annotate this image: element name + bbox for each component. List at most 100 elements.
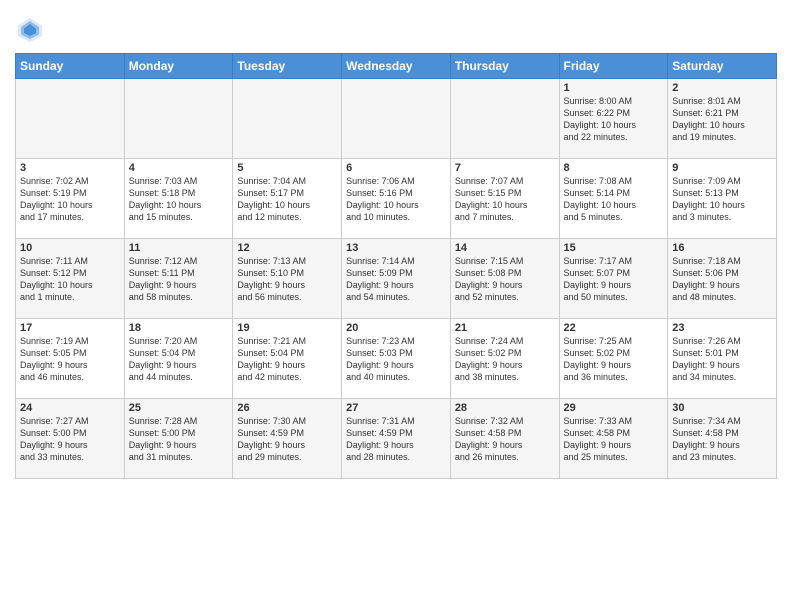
day-info: Sunrise: 7:25 AM Sunset: 5:02 PM Dayligh…: [564, 335, 664, 384]
day-number: 4: [129, 162, 229, 174]
page-container: SundayMondayTuesdayWednesdayThursdayFrid…: [0, 0, 792, 484]
day-number: 16: [672, 242, 772, 254]
calendar-cell: 24Sunrise: 7:27 AM Sunset: 5:00 PM Dayli…: [16, 399, 125, 479]
calendar-cell: 11Sunrise: 7:12 AM Sunset: 5:11 PM Dayli…: [124, 239, 233, 319]
calendar-cell: 21Sunrise: 7:24 AM Sunset: 5:02 PM Dayli…: [450, 319, 559, 399]
day-info: Sunrise: 7:06 AM Sunset: 5:16 PM Dayligh…: [346, 175, 446, 224]
day-info: Sunrise: 7:03 AM Sunset: 5:18 PM Dayligh…: [129, 175, 229, 224]
calendar-cell: 10Sunrise: 7:11 AM Sunset: 5:12 PM Dayli…: [16, 239, 125, 319]
calendar-cell: 19Sunrise: 7:21 AM Sunset: 5:04 PM Dayli…: [233, 319, 342, 399]
day-number: 1: [564, 82, 664, 94]
weekday-header-friday: Friday: [559, 54, 668, 79]
header: [15, 10, 777, 45]
calendar-cell: 30Sunrise: 7:34 AM Sunset: 4:58 PM Dayli…: [668, 399, 777, 479]
day-info: Sunrise: 7:28 AM Sunset: 5:00 PM Dayligh…: [129, 415, 229, 464]
calendar-week-2: 3Sunrise: 7:02 AM Sunset: 5:19 PM Daylig…: [16, 159, 777, 239]
day-number: 3: [20, 162, 120, 174]
weekday-header-thursday: Thursday: [450, 54, 559, 79]
day-info: Sunrise: 7:07 AM Sunset: 5:15 PM Dayligh…: [455, 175, 555, 224]
day-number: 5: [237, 162, 337, 174]
weekday-header-row: SundayMondayTuesdayWednesdayThursdayFrid…: [16, 54, 777, 79]
day-info: Sunrise: 7:27 AM Sunset: 5:00 PM Dayligh…: [20, 415, 120, 464]
calendar-cell: 15Sunrise: 7:17 AM Sunset: 5:07 PM Dayli…: [559, 239, 668, 319]
day-info: Sunrise: 7:02 AM Sunset: 5:19 PM Dayligh…: [20, 175, 120, 224]
calendar-cell: 27Sunrise: 7:31 AM Sunset: 4:59 PM Dayli…: [342, 399, 451, 479]
day-info: Sunrise: 7:24 AM Sunset: 5:02 PM Dayligh…: [455, 335, 555, 384]
calendar-cell: 9Sunrise: 7:09 AM Sunset: 5:13 PM Daylig…: [668, 159, 777, 239]
day-info: Sunrise: 7:23 AM Sunset: 5:03 PM Dayligh…: [346, 335, 446, 384]
calendar-cell: [124, 79, 233, 159]
weekday-header-monday: Monday: [124, 54, 233, 79]
calendar-cell: 25Sunrise: 7:28 AM Sunset: 5:00 PM Dayli…: [124, 399, 233, 479]
day-info: Sunrise: 7:21 AM Sunset: 5:04 PM Dayligh…: [237, 335, 337, 384]
calendar-cell: 16Sunrise: 7:18 AM Sunset: 5:06 PM Dayli…: [668, 239, 777, 319]
day-number: 7: [455, 162, 555, 174]
calendar-cell: 3Sunrise: 7:02 AM Sunset: 5:19 PM Daylig…: [16, 159, 125, 239]
calendar-cell: 22Sunrise: 7:25 AM Sunset: 5:02 PM Dayli…: [559, 319, 668, 399]
calendar-cell: 29Sunrise: 7:33 AM Sunset: 4:58 PM Dayli…: [559, 399, 668, 479]
weekday-header-wednesday: Wednesday: [342, 54, 451, 79]
day-number: 15: [564, 242, 664, 254]
day-number: 23: [672, 322, 772, 334]
day-info: Sunrise: 7:30 AM Sunset: 4:59 PM Dayligh…: [237, 415, 337, 464]
calendar-cell: 18Sunrise: 7:20 AM Sunset: 5:04 PM Dayli…: [124, 319, 233, 399]
weekday-header-tuesday: Tuesday: [233, 54, 342, 79]
calendar-cell: 4Sunrise: 7:03 AM Sunset: 5:18 PM Daylig…: [124, 159, 233, 239]
logo: [15, 15, 49, 45]
calendar-week-1: 1Sunrise: 8:00 AM Sunset: 6:22 PM Daylig…: [16, 79, 777, 159]
day-info: Sunrise: 7:20 AM Sunset: 5:04 PM Dayligh…: [129, 335, 229, 384]
calendar-week-5: 24Sunrise: 7:27 AM Sunset: 5:00 PM Dayli…: [16, 399, 777, 479]
day-number: 18: [129, 322, 229, 334]
day-number: 22: [564, 322, 664, 334]
day-info: Sunrise: 7:09 AM Sunset: 5:13 PM Dayligh…: [672, 175, 772, 224]
day-number: 25: [129, 402, 229, 414]
calendar-cell: 28Sunrise: 7:32 AM Sunset: 4:58 PM Dayli…: [450, 399, 559, 479]
day-number: 14: [455, 242, 555, 254]
calendar-cell: [233, 79, 342, 159]
day-number: 28: [455, 402, 555, 414]
day-info: Sunrise: 7:26 AM Sunset: 5:01 PM Dayligh…: [672, 335, 772, 384]
day-number: 20: [346, 322, 446, 334]
calendar-cell: 1Sunrise: 8:00 AM Sunset: 6:22 PM Daylig…: [559, 79, 668, 159]
calendar-cell: 17Sunrise: 7:19 AM Sunset: 5:05 PM Dayli…: [16, 319, 125, 399]
day-number: 29: [564, 402, 664, 414]
calendar-cell: 12Sunrise: 7:13 AM Sunset: 5:10 PM Dayli…: [233, 239, 342, 319]
day-number: 17: [20, 322, 120, 334]
calendar-table: SundayMondayTuesdayWednesdayThursdayFrid…: [15, 53, 777, 479]
calendar-cell: 8Sunrise: 7:08 AM Sunset: 5:14 PM Daylig…: [559, 159, 668, 239]
day-number: 26: [237, 402, 337, 414]
day-info: Sunrise: 7:04 AM Sunset: 5:17 PM Dayligh…: [237, 175, 337, 224]
calendar-cell: 13Sunrise: 7:14 AM Sunset: 5:09 PM Dayli…: [342, 239, 451, 319]
day-info: Sunrise: 7:31 AM Sunset: 4:59 PM Dayligh…: [346, 415, 446, 464]
day-number: 24: [20, 402, 120, 414]
day-number: 12: [237, 242, 337, 254]
day-info: Sunrise: 7:32 AM Sunset: 4:58 PM Dayligh…: [455, 415, 555, 464]
calendar-cell: 20Sunrise: 7:23 AM Sunset: 5:03 PM Dayli…: [342, 319, 451, 399]
day-number: 21: [455, 322, 555, 334]
day-info: Sunrise: 7:19 AM Sunset: 5:05 PM Dayligh…: [20, 335, 120, 384]
day-info: Sunrise: 7:34 AM Sunset: 4:58 PM Dayligh…: [672, 415, 772, 464]
day-number: 13: [346, 242, 446, 254]
weekday-header-sunday: Sunday: [16, 54, 125, 79]
day-number: 2: [672, 82, 772, 94]
calendar-cell: 6Sunrise: 7:06 AM Sunset: 5:16 PM Daylig…: [342, 159, 451, 239]
day-info: Sunrise: 8:00 AM Sunset: 6:22 PM Dayligh…: [564, 95, 664, 144]
day-info: Sunrise: 7:33 AM Sunset: 4:58 PM Dayligh…: [564, 415, 664, 464]
day-number: 9: [672, 162, 772, 174]
calendar-cell: 23Sunrise: 7:26 AM Sunset: 5:01 PM Dayli…: [668, 319, 777, 399]
calendar-cell: 7Sunrise: 7:07 AM Sunset: 5:15 PM Daylig…: [450, 159, 559, 239]
calendar-cell: [342, 79, 451, 159]
day-number: 8: [564, 162, 664, 174]
day-info: Sunrise: 7:12 AM Sunset: 5:11 PM Dayligh…: [129, 255, 229, 304]
calendar-cell: 26Sunrise: 7:30 AM Sunset: 4:59 PM Dayli…: [233, 399, 342, 479]
calendar-cell: [450, 79, 559, 159]
calendar-week-4: 17Sunrise: 7:19 AM Sunset: 5:05 PM Dayli…: [16, 319, 777, 399]
day-number: 19: [237, 322, 337, 334]
day-info: Sunrise: 7:17 AM Sunset: 5:07 PM Dayligh…: [564, 255, 664, 304]
day-info: Sunrise: 8:01 AM Sunset: 6:21 PM Dayligh…: [672, 95, 772, 144]
day-info: Sunrise: 7:18 AM Sunset: 5:06 PM Dayligh…: [672, 255, 772, 304]
day-info: Sunrise: 7:14 AM Sunset: 5:09 PM Dayligh…: [346, 255, 446, 304]
day-info: Sunrise: 7:11 AM Sunset: 5:12 PM Dayligh…: [20, 255, 120, 304]
day-info: Sunrise: 7:08 AM Sunset: 5:14 PM Dayligh…: [564, 175, 664, 224]
calendar-cell: 5Sunrise: 7:04 AM Sunset: 5:17 PM Daylig…: [233, 159, 342, 239]
